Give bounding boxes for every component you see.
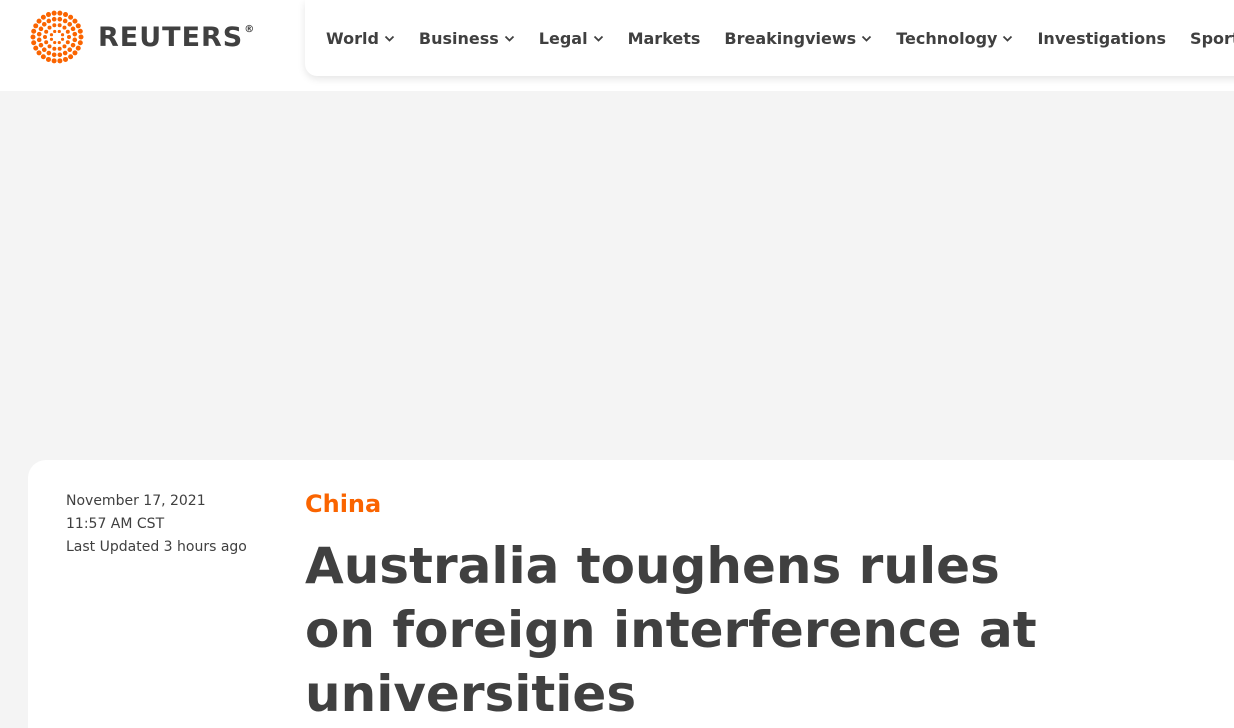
nav-item-investigations[interactable]: Investigations (1037, 29, 1166, 48)
nav-item-label: Technology (896, 28, 998, 48)
nav-item-label: World (326, 28, 379, 48)
publish-time: 11:57 AM CST (66, 516, 165, 532)
nav-item-label: Legal (538, 28, 588, 48)
registered-mark: ® (244, 23, 256, 35)
nav-item-technology[interactable]: Technology (896, 29, 1013, 48)
article-card: November 17, 2021 11:57 AM CST Last Upda… (28, 460, 1234, 728)
advertisement-placeholder (0, 91, 1234, 421)
nav-item-world[interactable]: World (326, 29, 395, 48)
nav-item-label: Markets (627, 28, 701, 48)
chevron-down-icon (384, 33, 395, 44)
chevron-down-icon (861, 33, 872, 44)
article-meta: November 17, 2021 11:57 AM CST Last Upda… (66, 490, 266, 559)
reuters-logo[interactable]: REUTERS® (28, 10, 255, 64)
logo-text: REUTERS® (98, 21, 256, 53)
article-headline: Australia toughens rules on foreign inte… (305, 537, 1037, 723)
nav-item-business[interactable]: Business (419, 29, 515, 48)
last-updated: Last Updated 3 hours ago (66, 536, 266, 559)
last-updated-value: 3 hours ago (163, 539, 247, 555)
nav-item-label: Business (418, 28, 499, 48)
chevron-down-icon (1002, 33, 1013, 44)
nav-item-label: Investigations (1037, 28, 1167, 48)
last-updated-label: Last Updated (66, 539, 160, 555)
nav-item-label: Breakingviews (724, 28, 857, 48)
publish-date: November 17, 2021 (66, 493, 206, 509)
main-navigation: World Business Legal Markets Breakingvie… (305, 0, 1234, 76)
reuters-logo-icon (30, 10, 84, 64)
nav-item-label: Sports (1190, 28, 1234, 48)
nav-item-legal[interactable]: Legal (539, 29, 604, 48)
chevron-down-icon (504, 33, 515, 44)
nav-item-markets[interactable]: Markets (628, 29, 701, 48)
nav-item-breakingviews[interactable]: Breakingviews (724, 29, 872, 48)
section-link-china[interactable]: China (305, 490, 381, 518)
nav-item-sports[interactable]: Sports (1190, 29, 1234, 48)
chevron-down-icon (593, 33, 604, 44)
